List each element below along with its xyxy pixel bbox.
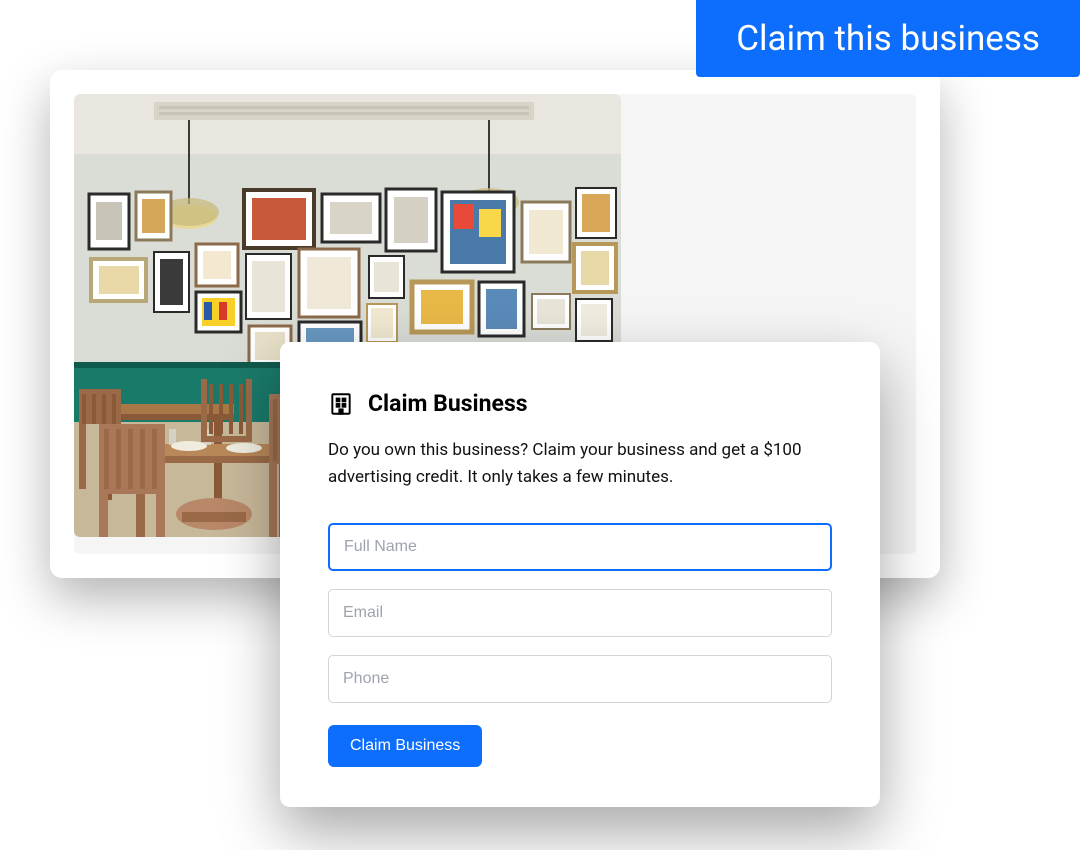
claim-form-card: Claim Business Do you own this business?… xyxy=(280,342,880,807)
form-header: Claim Business xyxy=(328,390,832,417)
claim-business-button[interactable]: Claim Business xyxy=(328,725,482,767)
full-name-input[interactable] xyxy=(328,523,832,571)
form-description: Do you own this business? Claim your bus… xyxy=(328,437,832,491)
claim-banner[interactable]: Claim this business xyxy=(696,0,1080,77)
building-icon xyxy=(328,391,354,417)
phone-input[interactable] xyxy=(328,655,832,703)
form-title: Claim Business xyxy=(368,390,528,417)
form-fields: Claim Business xyxy=(328,523,832,767)
email-input[interactable] xyxy=(328,589,832,637)
banner-text: Claim this business xyxy=(736,18,1040,59)
